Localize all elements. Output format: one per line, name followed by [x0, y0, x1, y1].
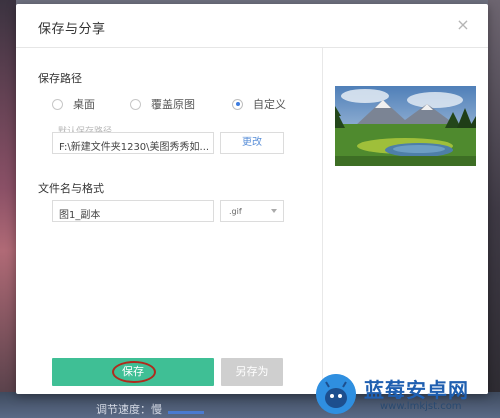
save-path-input[interactable]: F:\新建文件夹1230\美图秀秀如... — [52, 132, 214, 154]
format-select[interactable]: .gif — [220, 200, 284, 222]
radio-custom-label: 自定义 — [253, 98, 286, 111]
filename-format-label: 文件名与格式 — [38, 182, 104, 195]
background-scenery-left — [0, 0, 16, 418]
android-logo-icon — [316, 374, 356, 414]
dialog-title: 保存与分享 — [38, 22, 106, 37]
save-button[interactable]: 保存 — [52, 358, 214, 386]
site-watermark: 蓝莓安卓网 www.lmkjst.com — [316, 372, 492, 416]
image-preview — [335, 86, 476, 166]
annotation-circle — [112, 361, 156, 383]
close-icon[interactable]: × — [454, 16, 472, 34]
chevron-down-icon — [271, 209, 277, 213]
save-as-button[interactable]: 另存为 — [221, 358, 283, 386]
radio-desktop-label: 桌面 — [73, 98, 95, 111]
radio-custom[interactable]: 自定义 — [232, 96, 286, 112]
radio-overwrite-dot — [130, 98, 141, 110]
landscape-preview-image — [335, 86, 476, 166]
format-select-value: .gif — [229, 207, 242, 216]
filename-input[interactable]: 图1_副本 — [52, 200, 214, 222]
radio-desktop-dot — [52, 98, 63, 110]
save-path-options: 桌面 覆盖原图 自定义 — [52, 96, 312, 112]
background-speed-text: 调节速度：慢 — [96, 403, 162, 416]
background-scenery-right — [488, 0, 500, 418]
settings-pane: 保存路径 桌面 覆盖原图 自定义 默认保存路径 F:\新建文件夹1230\美图秀… — [16, 48, 322, 394]
change-path-button[interactable]: 更改 — [220, 132, 284, 154]
preview-pane — [322, 48, 488, 394]
save-path-label: 保存路径 — [38, 72, 82, 85]
radio-overwrite-label: 覆盖原图 — [151, 98, 195, 111]
radio-desktop[interactable]: 桌面 — [52, 96, 95, 112]
radio-overwrite[interactable]: 覆盖原图 — [130, 96, 195, 112]
radio-custom-dot — [232, 98, 243, 110]
save-share-dialog: 保存与分享 × 保存路径 桌面 覆盖原图 自定义 默认保存路径 F:\新建文件夹… — [16, 4, 488, 394]
watermark-url: www.lmkjst.com — [380, 401, 462, 412]
dialog-header: 保存与分享 × — [16, 4, 488, 48]
background-speed-slider — [168, 411, 204, 414]
watermark-title: 蓝莓安卓网 — [364, 378, 469, 402]
